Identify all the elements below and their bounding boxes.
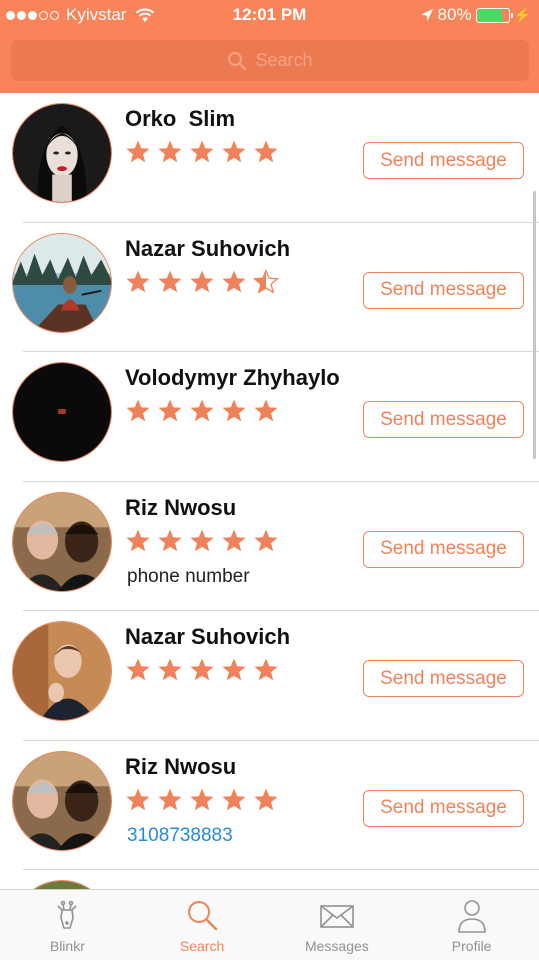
tab-label: Blinkr — [49, 938, 85, 954]
avatar — [12, 491, 112, 592]
rating-stars — [125, 139, 279, 165]
status-bar: Kyivstar 12:01 PM 80% ⚡ — [0, 0, 539, 32]
contact-name: Riz Nwosu — [125, 753, 237, 779]
avatar — [12, 362, 112, 462]
contact-name: Orko Slim — [125, 106, 236, 131]
contact-row[interactable]: Riz Nwosu phone number Send message — [0, 482, 539, 611]
star-full-icon — [190, 270, 214, 292]
rating-stars — [125, 528, 279, 554]
contact-row[interactable]: Riz Nwosu 3108738883 Send message — [0, 741, 539, 870]
star-full-icon — [190, 788, 214, 810]
star-full-icon — [126, 788, 150, 810]
star-full-icon — [222, 658, 246, 681]
tab-search[interactable]: Search — [135, 890, 270, 960]
contact-phone-link[interactable]: 3108738883 — [127, 825, 233, 847]
tab-label: Profile — [451, 938, 492, 954]
avatar — [12, 750, 112, 851]
contact-list[interactable]: Orko Slim Send message Nazar Suhovich Se… — [0, 93, 539, 889]
person-icon — [457, 900, 486, 933]
contact-name: Volodymyr Zhyhaylo — [125, 365, 340, 390]
battery-icon — [475, 7, 513, 23]
star-full-icon — [158, 140, 182, 163]
star-full-icon — [126, 399, 150, 422]
star-full-icon — [254, 140, 278, 163]
tab-label: Messages — [304, 938, 369, 954]
search-icon — [228, 51, 247, 70]
star-full-icon — [158, 529, 182, 551]
avatar — [12, 232, 112, 333]
giraffe-icon — [57, 900, 77, 929]
contact-name: Nazar Suhovich — [125, 235, 291, 261]
search-placeholder: Search — [255, 50, 313, 70]
send-message-button[interactable]: Send message — [363, 401, 524, 438]
contact-row[interactable]: Volodymyr Zhyhaylo Send message — [0, 352, 539, 482]
avatar — [12, 103, 112, 203]
contact-row[interactable]: Nazar Suhovich Send message — [0, 223, 539, 352]
contact-row[interactable]: Nazar Suhovich Send message — [0, 611, 539, 741]
contact-row[interactable]: Orko Slim Send message — [0, 93, 539, 223]
location-arrow-icon — [420, 9, 433, 21]
star-full-icon — [126, 658, 150, 681]
rating-stars — [125, 657, 279, 683]
tab-messages[interactable]: Messages — [270, 890, 405, 960]
battery-percent: 80% — [437, 5, 472, 24]
send-message-button[interactable]: Send message — [363, 660, 524, 697]
charging-icon: ⚡ — [513, 6, 531, 23]
star-full-icon — [158, 399, 182, 422]
star-full-icon — [190, 529, 214, 551]
search-input[interactable]: Search — [11, 40, 529, 81]
status-right: 80% ⚡ — [420, 5, 531, 25]
contact-subtitle: phone number — [127, 565, 250, 587]
star-full-icon — [222, 270, 246, 292]
tab-bar: Blinkr Search Messages Profile — [0, 889, 539, 960]
star-full-icon — [254, 788, 278, 810]
star-full-icon — [190, 140, 214, 163]
star-half-icon — [253, 268, 279, 294]
star-full-icon — [190, 399, 214, 422]
star-full-icon — [158, 270, 182, 292]
search-icon — [188, 901, 218, 931]
star-full-icon — [222, 399, 246, 422]
rating-stars — [125, 268, 279, 295]
star-full-icon — [126, 140, 150, 163]
star-full-icon — [254, 529, 278, 551]
star-full-icon — [158, 658, 182, 681]
avatar — [12, 621, 112, 721]
header: Kyivstar 12:01 PM 80% ⚡ Search — [0, 0, 539, 93]
star-full-icon — [190, 658, 214, 681]
contact-name: Nazar Suhovich — [125, 624, 291, 649]
star-full-icon — [222, 788, 246, 810]
tab-profile[interactable]: Profile — [404, 890, 539, 960]
tab-label: Search — [179, 938, 225, 954]
send-message-button[interactable]: Send message — [363, 789, 524, 827]
rating-stars — [125, 398, 279, 424]
send-message-button[interactable]: Send message — [363, 142, 524, 179]
star-full-icon — [222, 529, 246, 551]
envelope-icon — [320, 905, 354, 928]
tab-blinkr[interactable]: Blinkr — [0, 890, 135, 960]
send-message-button[interactable]: Send message — [363, 271, 524, 309]
contact-row-partial[interactable] — [0, 870, 539, 889]
scrollbar[interactable] — [533, 191, 536, 459]
star-full-icon — [222, 140, 246, 163]
star-full-icon — [126, 529, 150, 551]
send-message-button[interactable]: Send message — [363, 530, 524, 568]
contact-name: Riz Nwosu — [125, 494, 237, 520]
star-full-icon — [254, 399, 278, 422]
star-full-icon — [158, 788, 182, 810]
star-full-icon — [126, 270, 150, 292]
avatar — [12, 880, 112, 889]
star-full-icon — [254, 658, 278, 681]
rating-stars — [125, 787, 279, 813]
